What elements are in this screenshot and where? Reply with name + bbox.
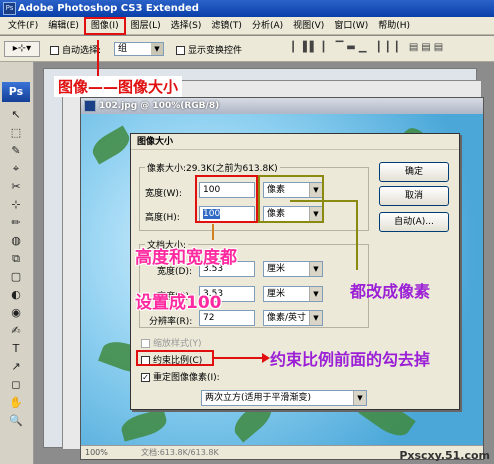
dialog-title: 图像大小 xyxy=(131,134,459,150)
doc-height-unit-select[interactable]: 厘米 ▼ xyxy=(263,286,323,302)
inputs-hint-connector xyxy=(212,224,214,240)
auto-button[interactable]: 自动(A)... xyxy=(379,212,449,232)
watermark: Pxscxy.51.com xyxy=(399,449,490,462)
crop-tool-icon[interactable]: ✂ xyxy=(2,178,30,195)
menu-help[interactable]: 帮助(H) xyxy=(373,17,415,35)
move-tool-icon[interactable]: ↖ xyxy=(2,106,30,123)
resample-option[interactable]: ✓ 重定图像像素(I): xyxy=(141,372,220,384)
show-transform-checkbox[interactable] xyxy=(176,46,185,55)
pixel-dimensions-label: 像素大小:29.3K(之前为613.8K) xyxy=(145,161,280,174)
height-label: 高度(H): xyxy=(145,213,180,223)
pen-tool-icon[interactable]: ✍ xyxy=(2,322,30,339)
resample-checkbox[interactable]: ✓ xyxy=(141,373,150,382)
menu-layer[interactable]: 图层(L) xyxy=(126,17,166,35)
document-icon xyxy=(84,100,96,112)
ps-logo: Ps xyxy=(2,82,30,102)
menu-select[interactable]: 选择(S) xyxy=(166,17,207,35)
leaf-decoration xyxy=(118,408,170,442)
units-hint-connector xyxy=(290,200,358,270)
dodge-tool-icon[interactable]: ◉ xyxy=(2,304,30,321)
hand-tool-icon[interactable]: ✋ xyxy=(2,394,30,411)
menu-analysis[interactable]: 分析(A) xyxy=(247,17,288,35)
menu-bar: 文件(F) 编辑(E) 图像(I) 图层(L) 选择(S) 滤镜(T) 分析(A… xyxy=(0,16,494,35)
show-transform-option[interactable]: 显示变换控件 xyxy=(176,43,242,56)
document-title: 102.jpg @ 100%(RGB/8) xyxy=(99,101,220,111)
document-title-bar[interactable]: 102.jpg @ 100%(RGB/8) xyxy=(81,98,483,114)
constrain-hint-text: 约束比例前面的勾去掉 xyxy=(270,350,431,369)
scale-styles-checkbox[interactable] xyxy=(141,339,150,348)
resample-method-select[interactable]: 两次立方(适用于平滑渐变) ▼ xyxy=(201,390,367,406)
zoom-tool-icon[interactable]: 🔍 xyxy=(2,412,30,429)
scale-styles-label: 缩放样式(Y) xyxy=(153,339,202,349)
tools-panel: Ps ↖ ⬚ ✎ ⌖ ✂ ⊹ ✏ ◍ ⧉ ▢ ◐ ◉ ✍ T ↗ ◻ ✋ 🔍 xyxy=(0,62,34,464)
stamp-tool-icon[interactable]: ◍ xyxy=(2,232,30,249)
photoshop-window: Adobe Photoshop CS3 Extended Ps 文件(F) 编辑… xyxy=(0,0,494,464)
app-icon: Ps xyxy=(3,2,16,15)
cancel-button[interactable]: 取消 xyxy=(379,186,449,206)
scale-styles-option[interactable]: 缩放样式(Y) xyxy=(141,338,202,350)
document-info[interactable]: 文档:613.8K/613.8K xyxy=(141,446,219,459)
auto-select-label: 自动选择: xyxy=(62,46,102,56)
show-transform-label: 显示变换控件 xyxy=(188,46,243,56)
marquee-tool-icon[interactable]: ⬚ xyxy=(2,124,30,141)
menu-window[interactable]: 窗口(W) xyxy=(329,17,373,35)
options-bar: ▸⊹▾ 自动选择: 组 ▼ 显示变换控件 ┃▐▌┃ ▔▬▁ ┃┃┃ ▤▤▤ xyxy=(0,36,494,62)
doc-height-unit-value: 厘米 xyxy=(267,289,286,299)
size-inputs-highlight xyxy=(195,175,258,223)
auto-select-dropdown[interactable]: 组 ▼ xyxy=(114,42,164,56)
doc-width-unit-value: 厘米 xyxy=(267,264,286,274)
menu-file[interactable]: 文件(F) xyxy=(3,17,43,35)
resolution-unit-value: 像素/英寸 xyxy=(267,313,307,323)
menu-edit[interactable]: 编辑(E) xyxy=(43,17,84,35)
leaf-decoration xyxy=(88,125,134,165)
chevron-down-icon: ▼ xyxy=(353,391,366,405)
type-tool-icon[interactable]: T xyxy=(2,340,30,357)
resolution-unit-select[interactable]: 像素/英寸 ▼ xyxy=(263,310,323,326)
path-select-tool-icon[interactable]: ↗ xyxy=(2,358,30,375)
title-bar: Adobe Photoshop CS3 Extended xyxy=(0,0,494,17)
resample-method-value: 两次立方(适用于平滑渐变) xyxy=(205,393,312,403)
resample-label: 重定图像像素(I): xyxy=(153,373,220,383)
align-buttons[interactable]: ┃▐▌┃ ▔▬▁ ┃┃┃ ▤▤▤ xyxy=(290,42,490,56)
auto-select-value: 组 xyxy=(118,44,128,54)
tool-preset-picker[interactable]: ▸⊹▾ xyxy=(4,41,40,57)
arrow-head-icon xyxy=(262,353,270,363)
width-label: 宽度(W): xyxy=(145,189,182,199)
lasso-tool-icon[interactable]: ✎ xyxy=(2,142,30,159)
app-title: Adobe Photoshop CS3 Extended xyxy=(18,3,199,14)
ok-button[interactable]: 确定 xyxy=(379,162,449,182)
menu-image[interactable]: 图像(I) xyxy=(83,16,126,35)
menu-filter[interactable]: 滤镜(T) xyxy=(206,17,247,35)
chevron-down-icon: ▼ xyxy=(151,43,163,55)
magic-wand-tool-icon[interactable]: ⌖ xyxy=(2,160,30,177)
constrain-hint-arrow xyxy=(214,357,266,359)
constrain-highlight xyxy=(136,350,214,366)
menu-hint-text: 图像——图像大小 xyxy=(54,76,183,97)
shape-tool-icon[interactable]: ◻ xyxy=(2,376,30,393)
slice-tool-icon[interactable]: ⊹ xyxy=(2,196,30,213)
units-hint-text: 都改成像素 xyxy=(350,282,431,301)
eraser-tool-icon[interactable]: ▢ xyxy=(2,268,30,285)
menu-view[interactable]: 视图(V) xyxy=(288,17,329,35)
resolution-label: 分辨率(R): xyxy=(149,317,193,327)
size-hint-line-1: 高度和宽度都 xyxy=(135,248,237,268)
auto-select-checkbox[interactable] xyxy=(50,46,59,55)
zoom-level[interactable]: 100% xyxy=(85,448,108,457)
gradient-tool-icon[interactable]: ◐ xyxy=(2,286,30,303)
chevron-down-icon: ▼ xyxy=(309,287,322,301)
brush-tool-icon[interactable]: ✏ xyxy=(2,214,30,231)
size-hint-line-2: 设置成100 xyxy=(135,293,222,313)
chevron-down-icon: ▼ xyxy=(309,311,322,325)
history-brush-tool-icon[interactable]: ⧉ xyxy=(2,250,30,267)
auto-select-option[interactable]: 自动选择: xyxy=(50,43,101,56)
